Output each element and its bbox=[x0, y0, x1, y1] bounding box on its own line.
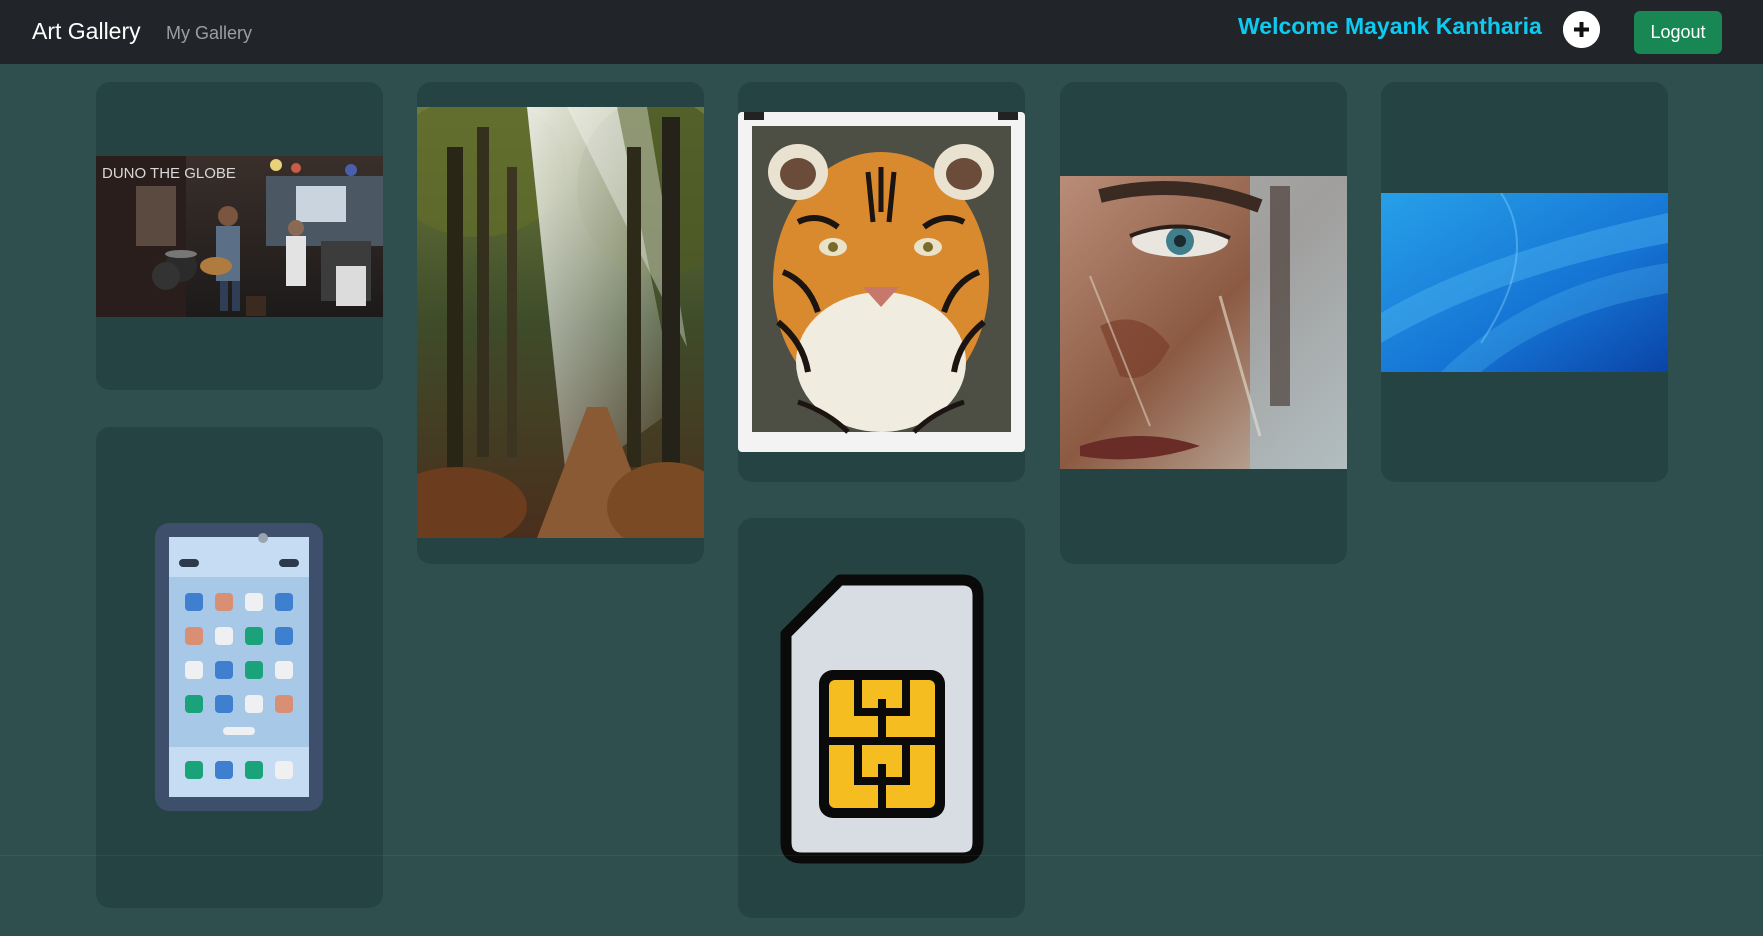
gallery-card[interactable]: DUNO THE GLOBE bbox=[96, 82, 383, 390]
svg-text:DUNO THE GLOBE: DUNO THE GLOBE bbox=[102, 165, 236, 182]
add-image-button[interactable] bbox=[1563, 11, 1600, 48]
logout-button[interactable]: Logout bbox=[1634, 11, 1722, 54]
smartphone-illustration-image[interactable] bbox=[155, 523, 323, 811]
gallery-card[interactable] bbox=[1381, 82, 1668, 482]
gallery-card[interactable] bbox=[738, 518, 1025, 918]
page-divider bbox=[0, 855, 1763, 856]
forest-path-image[interactable] bbox=[417, 107, 704, 538]
face-painting-image[interactable] bbox=[1060, 176, 1347, 469]
welcome-text: Welcome Mayank Kantharia bbox=[1238, 13, 1542, 39]
blue-wallpaper-image[interactable] bbox=[1381, 193, 1668, 372]
gallery-card[interactable] bbox=[96, 427, 383, 908]
gallery-card[interactable] bbox=[1060, 82, 1347, 564]
gallery-card[interactable] bbox=[417, 82, 704, 564]
brand-link[interactable]: Art Gallery bbox=[32, 18, 141, 45]
gallery-card[interactable] bbox=[738, 82, 1025, 482]
band-concert-image[interactable]: DUNO THE GLOBE bbox=[96, 156, 383, 317]
my-gallery-link[interactable]: My Gallery bbox=[166, 23, 252, 44]
tiger-painting-image[interactable] bbox=[738, 112, 1025, 452]
sim-card-illustration-image[interactable] bbox=[780, 574, 984, 864]
navbar: Art Gallery My Gallery Welcome Mayank Ka… bbox=[0, 0, 1763, 64]
plus-circle-icon bbox=[1563, 11, 1600, 48]
